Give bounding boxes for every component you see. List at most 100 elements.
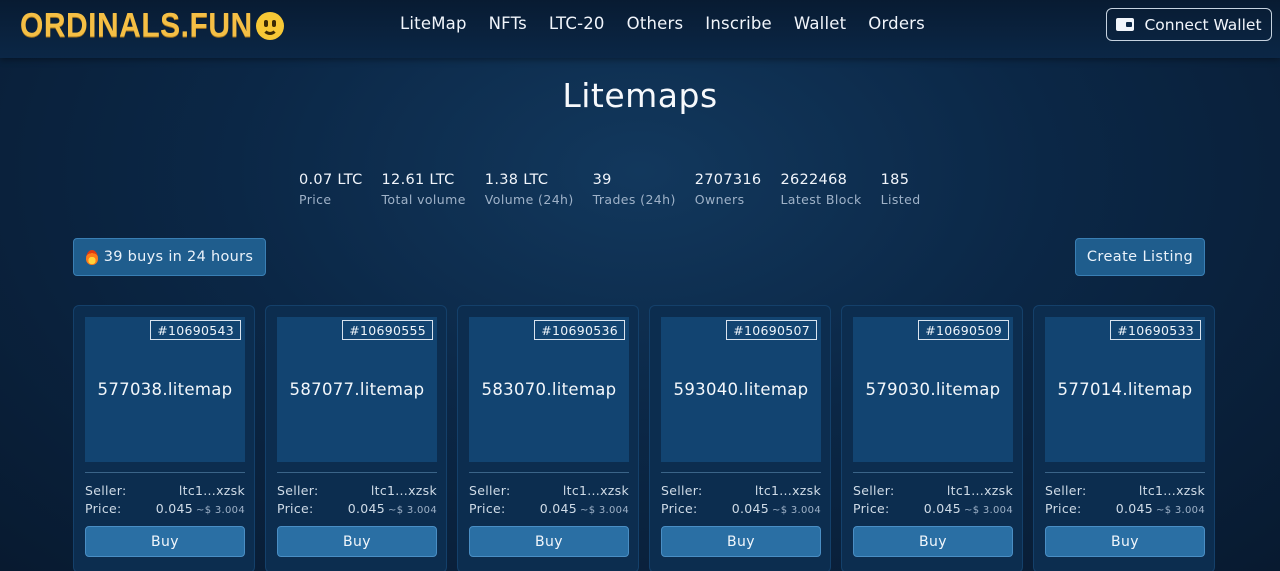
litemap-preview[interactable]: #10690507 593040.litemap bbox=[661, 317, 821, 462]
listing-card[interactable]: #10690509 579030.litemap Seller: ltc1...… bbox=[841, 305, 1023, 571]
price-row: Price: 0.045 ~$ 3.004 bbox=[469, 501, 629, 516]
stat-label: Latest Block bbox=[780, 192, 862, 207]
seller-label: Seller: bbox=[853, 483, 895, 498]
litemap-preview[interactable]: #10690536 583070.litemap bbox=[469, 317, 629, 462]
listing-card[interactable]: #10690507 593040.litemap Seller: ltc1...… bbox=[649, 305, 831, 571]
divider bbox=[85, 472, 245, 473]
buy-button[interactable]: Buy bbox=[85, 526, 245, 557]
inscription-id-badge: #10690509 bbox=[918, 320, 1009, 340]
litemap-name: 587077.litemap bbox=[289, 380, 425, 399]
buys-24h-button[interactable]: 39 buys in 24 hours bbox=[73, 238, 266, 276]
stat-value: 2707316 bbox=[694, 172, 762, 188]
buy-button[interactable]: Buy bbox=[469, 526, 629, 557]
buys-24h-label: 39 buys in 24 hours bbox=[103, 249, 254, 265]
price-value-group: 0.045 ~$ 3.004 bbox=[732, 501, 821, 516]
inscription-id-badge: #10690536 bbox=[534, 320, 625, 340]
litemap-preview[interactable]: #10690533 577014.litemap bbox=[1045, 317, 1205, 462]
buy-button[interactable]: Buy bbox=[277, 526, 437, 557]
listing-card[interactable]: #10690533 577014.litemap Seller: ltc1...… bbox=[1033, 305, 1215, 571]
price-row: Price: 0.045 ~$ 3.004 bbox=[853, 501, 1013, 516]
price-value-group: 0.045 ~$ 3.004 bbox=[156, 501, 245, 516]
divider bbox=[661, 472, 821, 473]
seller-label: Seller: bbox=[277, 483, 319, 498]
listing-card[interactable]: #10690543 577038.litemap Seller: ltc1...… bbox=[73, 305, 255, 571]
stat-label: Trades (24h) bbox=[592, 192, 676, 207]
stat-value: 185 bbox=[880, 172, 910, 188]
buy-button[interactable]: Buy bbox=[1045, 526, 1205, 557]
litemap-preview[interactable]: #10690543 577038.litemap bbox=[85, 317, 245, 462]
stat-value: 12.61 LTC bbox=[381, 172, 455, 188]
price-usd: ~$ 3.004 bbox=[388, 505, 437, 516]
price-value-group: 0.045 ~$ 3.004 bbox=[540, 501, 629, 516]
price-label: Price: bbox=[1045, 501, 1082, 516]
stat-label: Listed bbox=[880, 192, 921, 207]
litemap-name: 577038.litemap bbox=[97, 380, 233, 399]
header: ORDINALS.FUN LiteMap NFTs LTC-20 Others … bbox=[0, 0, 1280, 58]
price-usd: ~$ 3.004 bbox=[580, 505, 629, 516]
nav-wallet[interactable]: Wallet bbox=[794, 14, 846, 33]
price-ltc: 0.045 bbox=[923, 501, 962, 516]
nav-orders[interactable]: Orders bbox=[868, 14, 925, 33]
inscription-id-badge: #10690507 bbox=[726, 320, 817, 340]
smiley-logo-icon bbox=[255, 11, 284, 41]
seller-address: ltc1...xzsk bbox=[946, 483, 1013, 498]
price-ltc: 0.045 bbox=[347, 501, 386, 516]
seller-address: ltc1...xzsk bbox=[754, 483, 821, 498]
buy-button[interactable]: Buy bbox=[661, 526, 821, 557]
price-label: Price: bbox=[85, 501, 122, 516]
stat-total-volume: 12.61 LTC Total volume bbox=[382, 172, 466, 207]
price-value-group: 0.045 ~$ 3.004 bbox=[348, 501, 437, 516]
seller-row: Seller: ltc1...xzsk bbox=[469, 483, 629, 498]
divider bbox=[853, 472, 1013, 473]
listing-card[interactable]: #10690555 587077.litemap Seller: ltc1...… bbox=[265, 305, 447, 571]
price-row: Price: 0.045 ~$ 3.004 bbox=[85, 501, 245, 516]
seller-label: Seller: bbox=[661, 483, 703, 498]
stat-label: Volume (24h) bbox=[484, 192, 574, 207]
litemap-preview[interactable]: #10690509 579030.litemap bbox=[853, 317, 1013, 462]
divider bbox=[1045, 472, 1205, 473]
price-label: Price: bbox=[277, 501, 314, 516]
price-value-group: 0.045 ~$ 3.004 bbox=[1116, 501, 1205, 516]
price-value-group: 0.045 ~$ 3.004 bbox=[924, 501, 1013, 516]
inscription-id-badge: #10690533 bbox=[1110, 320, 1201, 340]
price-usd: ~$ 3.004 bbox=[772, 505, 821, 516]
page-title: Litemaps bbox=[562, 76, 718, 115]
seller-row: Seller: ltc1...xzsk bbox=[853, 483, 1013, 498]
litemap-name: 583070.litemap bbox=[481, 380, 617, 399]
price-label: Price: bbox=[469, 501, 506, 516]
stat-trades-24h: 39 Trades (24h) bbox=[593, 172, 676, 207]
nav-ltc20[interactable]: LTC-20 bbox=[549, 14, 605, 33]
stat-price: 0.07 LTC Price bbox=[299, 172, 363, 207]
site-logo[interactable]: ORDINALS.FUN bbox=[20, 5, 284, 46]
stat-value: 39 bbox=[592, 172, 612, 188]
litemap-preview[interactable]: #10690555 587077.litemap bbox=[277, 317, 437, 462]
litemap-name: 579030.litemap bbox=[865, 380, 1001, 399]
inscription-id-badge: #10690555 bbox=[342, 320, 433, 340]
stat-owners: 2707316 Owners bbox=[695, 172, 762, 207]
stat-value: 1.38 LTC bbox=[484, 172, 549, 188]
page: ORDINALS.FUN LiteMap NFTs LTC-20 Others … bbox=[0, 0, 1280, 571]
stat-value: 2622468 bbox=[780, 172, 848, 188]
nav-nfts[interactable]: NFTs bbox=[489, 14, 527, 33]
create-listing-button[interactable]: Create Listing bbox=[1075, 238, 1205, 276]
seller-address: ltc1...xzsk bbox=[562, 483, 629, 498]
listing-grid: #10690543 577038.litemap Seller: ltc1...… bbox=[73, 305, 1215, 571]
listing-card[interactable]: #10690536 583070.litemap Seller: ltc1...… bbox=[457, 305, 639, 571]
nav-litemap[interactable]: LiteMap bbox=[400, 14, 467, 33]
nav-inscribe[interactable]: Inscribe bbox=[705, 14, 772, 33]
price-ltc: 0.045 bbox=[155, 501, 194, 516]
main-nav: LiteMap NFTs LTC-20 Others Inscribe Wall… bbox=[400, 14, 925, 33]
connect-wallet-label: Connect Wallet bbox=[1144, 15, 1262, 34]
collection-stats: 0.07 LTC Price 12.61 LTC Total volume 1.… bbox=[299, 172, 940, 207]
inscription-id-badge: #10690543 bbox=[150, 320, 241, 340]
price-usd: ~$ 3.004 bbox=[196, 505, 245, 516]
stat-label: Price bbox=[299, 192, 332, 207]
stat-label: Owners bbox=[694, 192, 745, 207]
nav-others[interactable]: Others bbox=[627, 14, 684, 33]
price-ltc: 0.045 bbox=[731, 501, 770, 516]
seller-address: ltc1...xzsk bbox=[370, 483, 437, 498]
divider bbox=[277, 472, 437, 473]
buy-button[interactable]: Buy bbox=[853, 526, 1013, 557]
seller-address: ltc1...xzsk bbox=[1138, 483, 1205, 498]
connect-wallet-button[interactable]: Connect Wallet bbox=[1106, 8, 1272, 41]
